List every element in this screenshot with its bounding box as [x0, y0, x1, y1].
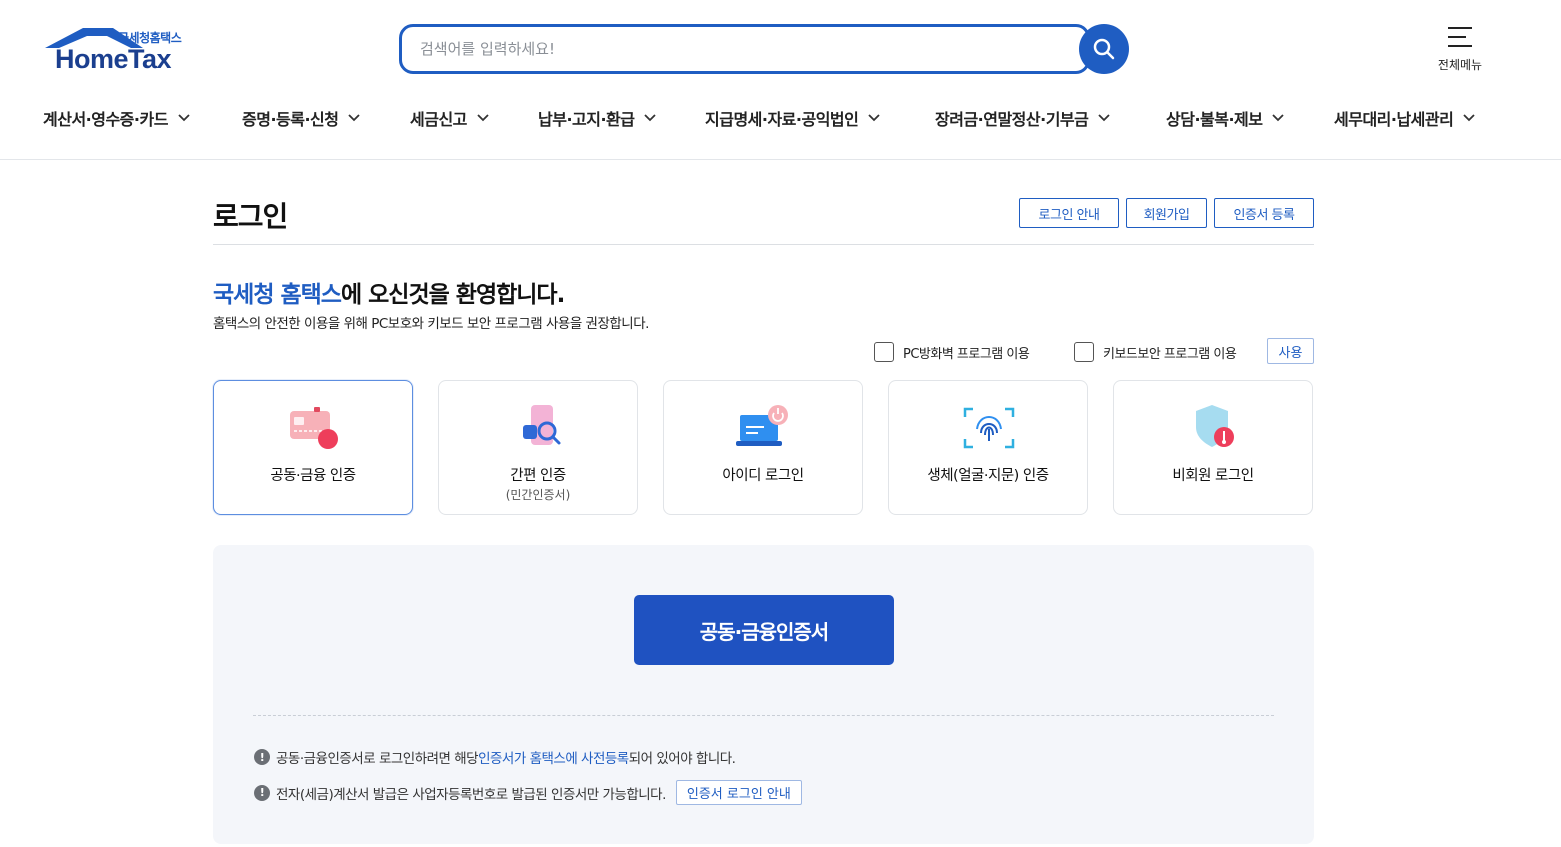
- chevron-down-icon: [1463, 114, 1475, 122]
- use-security-button[interactable]: 사용: [1267, 338, 1314, 364]
- keyboard-security-checkbox[interactable]: 키보드보안 프로그램 이용: [1074, 342, 1237, 362]
- chevron-down-icon: [348, 114, 361, 122]
- tab-id-login[interactable]: 아이디 로그인: [663, 380, 863, 515]
- notice-preregister: ! 공동·금융인증서로 로그인하려면 해당 인증서가 홈택스에 사전등록 되어 있…: [254, 747, 736, 767]
- nav-item-label: 납부·고지·환급: [538, 110, 635, 129]
- title-divider: [213, 244, 1314, 245]
- hamburger-icon: [1448, 27, 1472, 47]
- chevron-down-icon: [477, 114, 489, 122]
- nav-item-tax-agent[interactable]: 세무대리·납세관리: [1334, 106, 1475, 130]
- pc-firewall-checkbox[interactable]: PC방화벽 프로그램 이용: [874, 342, 1030, 362]
- tab-label: 생체(얼굴·지문) 인증: [927, 468, 1049, 484]
- checkbox-box[interactable]: [1074, 342, 1094, 362]
- welcome-heading: 국세청 홈택스에 오신것을 환영합니다.: [213, 275, 565, 309]
- login-panel: 공동·금융인증서 ! 공동·금융인증서로 로그인하려면 해당 인증서가 홈택스에…: [213, 545, 1314, 844]
- chevron-down-icon: [868, 114, 880, 122]
- tab-biometric-auth[interactable]: 생체(얼굴·지문) 인증: [888, 380, 1088, 515]
- notice-e-invoice: ! 전자(세금)계산서 발급은 사업자등록번호로 발급된 인증서만 가능합니다.…: [254, 780, 802, 805]
- tab-sublabel: (민간인증서): [505, 488, 571, 502]
- welcome-rest: 에 오신것을 환영합니다.: [340, 282, 565, 308]
- laptop-power-icon: [736, 405, 788, 446]
- tab-label: 비회원 로그인: [1172, 468, 1254, 484]
- search-button[interactable]: [1079, 24, 1129, 74]
- page-title: 로그인: [213, 200, 288, 233]
- search-box: [399, 24, 1090, 74]
- chevron-down-icon: [178, 114, 190, 122]
- nav-item-incentive[interactable]: 장려금·연말정산·기부금: [935, 106, 1110, 130]
- search-input[interactable]: [420, 38, 1060, 60]
- signup-button[interactable]: 회원가입: [1126, 198, 1207, 228]
- checkbox-box[interactable]: [874, 342, 894, 362]
- nav-item-label: 증명·등록·신청: [242, 110, 339, 129]
- nav-item-tax-return[interactable]: 세금신고: [410, 106, 489, 130]
- welcome-subtext: 홈택스의 안전한 이용을 위해 PC보호와 키보드 보안 프로그램 사용을 권장…: [213, 316, 649, 332]
- tab-joint-financial-cert[interactable]: 공동·금융 인증: [213, 380, 413, 515]
- preregister-link[interactable]: 인증서가 홈택스에 사전등록: [478, 747, 629, 767]
- tab-label: 공동·금융 인증: [270, 468, 356, 484]
- notice-text: 전자(세금)계산서 발급은 사업자등록번호로 발급된 인증서만 가능합니다.: [276, 786, 666, 803]
- login-guide-button[interactable]: 로그인 안내: [1019, 198, 1119, 228]
- nav-item-label: 상담·불복·제보: [1166, 110, 1263, 129]
- nav-item-invoice[interactable]: 계산서·영수증·카드: [43, 106, 190, 130]
- chevron-down-icon: [1272, 114, 1285, 122]
- pc-firewall-label: PC방화벽 프로그램 이용: [903, 346, 1030, 362]
- cert-register-button[interactable]: 인증서 등록: [1214, 198, 1314, 228]
- tab-simple-auth[interactable]: 간편 인증 (민간인증서): [438, 380, 638, 515]
- phone-search-icon: [523, 405, 561, 445]
- search-icon: [1093, 38, 1115, 60]
- joint-financial-cert-button[interactable]: 공동·금융인증서: [634, 595, 894, 665]
- tab-guest-login[interactable]: 비회원 로그인: [1113, 380, 1313, 515]
- notice-text: 되어 있어야 합니다.: [628, 751, 736, 767]
- chevron-down-icon: [644, 114, 657, 122]
- nav-item-label: 세무대리·납세관리: [1334, 110, 1454, 129]
- nav-item-consult[interactable]: 상담·불복·제보: [1166, 106, 1285, 130]
- certificate-card-icon: [290, 407, 338, 449]
- all-menu-label: 전체메뉴: [1437, 58, 1483, 72]
- nav-item-payment[interactable]: 납부·고지·환급: [538, 106, 657, 130]
- main-nav: 계산서·영수증·카드 증명·등록·신청 세금신고 납부·고지·환급 지급명세·자…: [0, 100, 1561, 140]
- hometax-logo[interactable]: 국세청홈택스 HomeTax: [43, 26, 203, 76]
- welcome-highlight: 국세청 홈택스: [213, 282, 342, 308]
- keyboard-security-label: 키보드보안 프로그램 이용: [1103, 346, 1237, 362]
- site-header: 국세청홈택스 HomeTax 전체메뉴 계산서·영수증·카드 증명·등록·신청 …: [0, 0, 1561, 160]
- nav-item-label: 지급명세·자료·공익법인: [705, 110, 859, 129]
- chevron-down-icon: [1098, 114, 1110, 122]
- login-method-tabs: 공동·금융 인증 간편 인증 (민간인증서) 아이디 로그인 생체(얼굴·지문)…: [213, 380, 1314, 515]
- exclamation-icon: !: [254, 749, 270, 765]
- shield-key-icon: [1196, 405, 1234, 447]
- tab-label: 아이디 로그인: [722, 468, 804, 484]
- nav-item-label: 계산서·영수증·카드: [43, 110, 168, 129]
- tab-label: 간편 인증: [510, 468, 566, 484]
- fingerprint-icon: [963, 407, 1015, 449]
- notice-text: 공동·금융인증서로 로그인하려면 해당: [276, 751, 479, 767]
- logo-wordmark: HomeTax: [55, 44, 172, 74]
- nav-item-certificate[interactable]: 증명·등록·신청: [242, 106, 361, 130]
- nav-item-payment-statement[interactable]: 지급명세·자료·공익법인: [705, 106, 880, 130]
- dashed-divider: [253, 715, 1274, 716]
- all-menu-button[interactable]: 전체메뉴: [1430, 26, 1490, 76]
- cert-login-guide-button[interactable]: 인증서 로그인 안내: [675, 780, 802, 805]
- nav-item-label: 장려금·연말정산·기부금: [935, 110, 1089, 129]
- exclamation-icon: !: [254, 784, 270, 801]
- nav-item-label: 세금신고: [410, 110, 467, 129]
